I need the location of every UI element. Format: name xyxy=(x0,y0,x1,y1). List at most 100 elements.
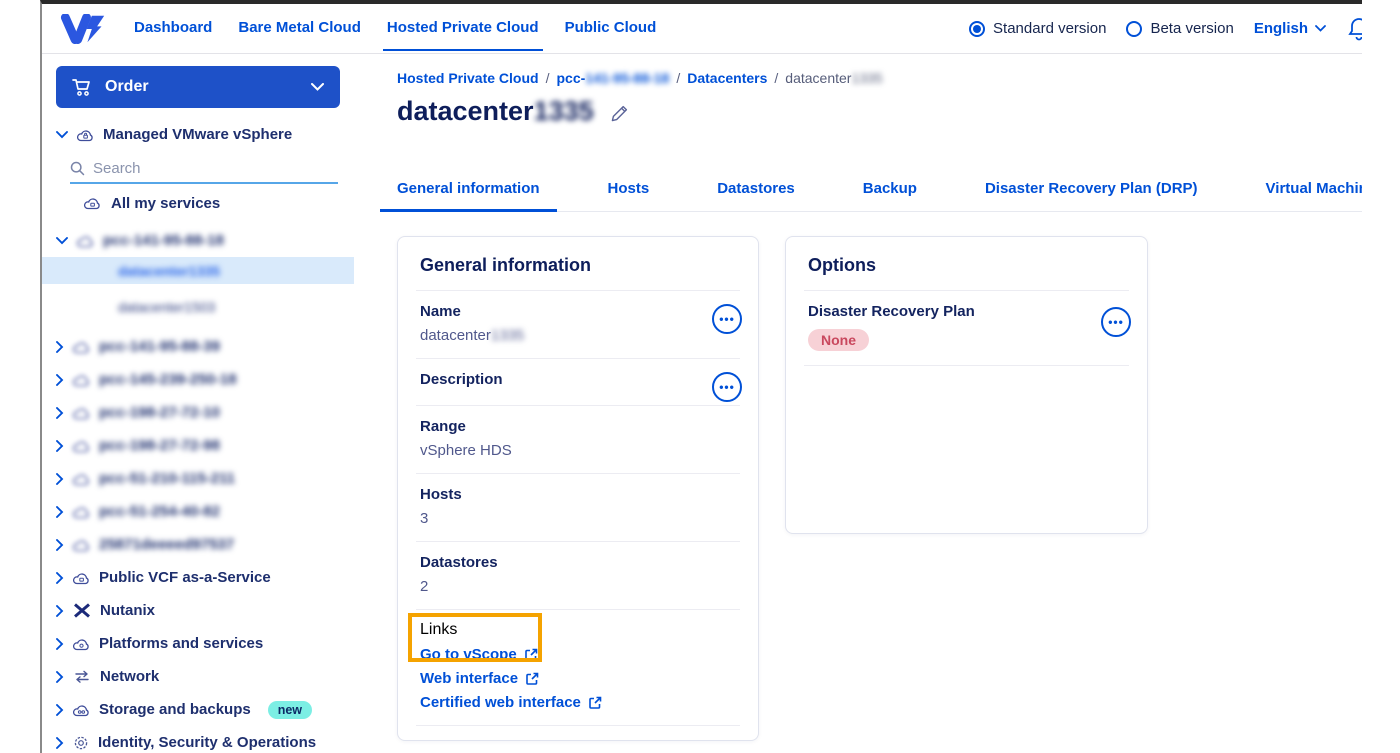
sidebar-service-expanded[interactable]: pcc-141-95-88-18 xyxy=(42,224,354,257)
ovhcloud-logo-icon[interactable] xyxy=(60,14,106,44)
cloud-lock-icon xyxy=(73,373,90,387)
sidebar-service-collapsed[interactable]: pcc-198-27-72-10 xyxy=(42,396,354,429)
service-label-redacted: pcc-51-210-115-211 xyxy=(99,470,235,487)
radio-unselected-icon xyxy=(1126,21,1142,37)
description-actions-menu-button[interactable]: ••• xyxy=(712,372,742,402)
datastores-count: 2 xyxy=(420,578,736,595)
chevron-right-icon[interactable] xyxy=(56,605,64,617)
sidebar-service-collapsed[interactable]: pcc-51-254-40-82 xyxy=(42,495,354,528)
name-actions-menu-button[interactable]: ••• xyxy=(712,304,742,334)
section-label: Nutanix xyxy=(100,602,155,619)
tab-disaster-recovery-plan[interactable]: Disaster Recovery Plan (DRP) xyxy=(985,180,1198,211)
section-label: Managed VMware vSphere xyxy=(103,126,292,143)
chevron-right-icon[interactable] xyxy=(56,704,64,716)
breadcrumb-hosted-private-cloud[interactable]: Hosted Private Cloud xyxy=(397,70,539,86)
certified-web-interface-link[interactable]: Certified web interface xyxy=(420,694,736,711)
drp-actions-menu-button[interactable]: ••• xyxy=(1101,307,1131,337)
sidebar-section-public-vcf[interactable]: Public VCF as-a-Service xyxy=(42,561,354,594)
sidebar-section-storage-backups[interactable]: Storage and backups new xyxy=(42,693,354,726)
link-label: Web interface xyxy=(420,670,518,687)
breadcrumb-datacenters[interactable]: Datacenters xyxy=(687,70,767,86)
beta-version-radio[interactable]: Beta version xyxy=(1126,20,1233,37)
link-label: Go to vScope xyxy=(420,646,517,663)
search-icon xyxy=(70,161,85,176)
card-title: Options xyxy=(786,237,1147,290)
breadcrumb-current-prefix: datacenter xyxy=(785,70,851,86)
sidebar-datacenter-selected[interactable]: datacenter1335 xyxy=(42,257,354,284)
sidebar-service-collapsed[interactable]: 25871deeeed97537 xyxy=(42,528,354,561)
tab-hosts[interactable]: Hosts xyxy=(608,180,650,211)
notifications-bell-icon[interactable] xyxy=(1348,17,1362,41)
page-title-redacted: 1335 xyxy=(534,96,594,126)
chevron-right-icon[interactable] xyxy=(56,374,64,386)
section-label: Public VCF as-a-Service xyxy=(99,569,271,586)
cloud-lock-icon xyxy=(73,340,90,354)
chevron-right-icon[interactable] xyxy=(56,440,64,452)
sidebar-service-collapsed[interactable]: pcc-145-239-250-18 xyxy=(42,363,354,396)
order-button[interactable]: Order xyxy=(56,66,340,108)
tab-virtual-machines[interactable]: Virtual Machines xyxy=(1266,180,1362,211)
sidebar-datacenter[interactable]: datacenter1503 xyxy=(42,293,354,320)
eye-icon xyxy=(73,736,89,750)
row-links: Links Go to vScope Web interface Certifi… xyxy=(398,610,758,725)
chevron-right-icon[interactable] xyxy=(56,671,64,683)
cloud-lock-icon xyxy=(73,406,90,420)
section-label: Storage and backups xyxy=(99,701,251,718)
name-value-prefix: datacenter xyxy=(420,327,491,344)
edit-pencil-icon[interactable] xyxy=(610,104,629,123)
all-services-label: All my services xyxy=(111,195,220,212)
row-label: Description xyxy=(420,371,736,388)
go-to-vscope-link[interactable]: Go to vScope xyxy=(420,646,736,663)
cloud-lock-icon xyxy=(84,196,101,210)
sidebar-service-collapsed[interactable]: pcc-141-95-88-39 xyxy=(42,330,354,363)
external-link-icon xyxy=(524,648,538,662)
chevron-right-icon[interactable] xyxy=(56,473,64,485)
nav-dashboard[interactable]: Dashboard xyxy=(134,4,212,54)
chevron-down-icon[interactable] xyxy=(56,237,68,245)
external-link-icon xyxy=(525,672,539,686)
datacenter-label-redacted: datacenter1503 xyxy=(118,299,215,315)
order-button-label: Order xyxy=(105,78,149,96)
service-label-redacted: pcc-145-239-250-18 xyxy=(99,371,237,388)
chevron-right-icon[interactable] xyxy=(56,539,64,551)
chevron-right-icon[interactable] xyxy=(56,638,64,650)
row-label: Disaster Recovery Plan xyxy=(808,303,1125,320)
sidebar-section-platforms[interactable]: Platforms and services xyxy=(42,627,354,660)
sidebar-section-nutanix[interactable]: Nutanix xyxy=(42,594,354,627)
nav-public-cloud[interactable]: Public Cloud xyxy=(565,4,657,54)
cloud-lock-icon xyxy=(73,538,90,552)
card-title: General information xyxy=(398,237,758,290)
service-label-redacted: pcc-141-95-88-18 xyxy=(103,232,224,249)
name-value-redacted: 1335 xyxy=(491,327,524,344)
top-header: Dashboard Bare Metal Cloud Hosted Privat… xyxy=(42,4,1362,54)
chevron-right-icon[interactable] xyxy=(56,506,64,518)
cloud-lock-icon xyxy=(73,505,90,519)
chevron-right-icon[interactable] xyxy=(56,737,64,749)
services-sidebar: Order Managed VMware vSphere xyxy=(42,54,354,753)
web-interface-link[interactable]: Web interface xyxy=(420,670,736,687)
row-name: Name datacenter1335 ••• xyxy=(398,291,758,358)
sidebar-section-network[interactable]: Network xyxy=(42,660,354,693)
tab-datastores[interactable]: Datastores xyxy=(717,180,795,211)
language-selector[interactable]: English xyxy=(1254,20,1326,37)
breadcrumb-service[interactable]: pcc-141-95-88-18 xyxy=(556,70,669,86)
sidebar-service-collapsed[interactable]: pcc-51-210-115-211 xyxy=(42,462,354,495)
search-input[interactable] xyxy=(93,160,303,177)
tab-backup[interactable]: Backup xyxy=(863,180,917,211)
chevron-right-icon[interactable] xyxy=(56,407,64,419)
tab-general-information[interactable]: General information xyxy=(397,180,540,211)
sidebar-service-collapsed[interactable]: pcc-198-27-72-98 xyxy=(42,429,354,462)
chevron-right-icon[interactable] xyxy=(56,341,64,353)
row-hosts: Hosts 3 xyxy=(398,474,758,541)
chevron-right-icon[interactable] xyxy=(56,572,64,584)
service-label-redacted: pcc-198-27-72-10 xyxy=(99,404,220,421)
nav-bare-metal-cloud[interactable]: Bare Metal Cloud xyxy=(238,4,361,54)
chevron-down-icon[interactable] xyxy=(56,131,68,139)
standard-version-radio[interactable]: Standard version xyxy=(969,20,1106,37)
breadcrumb-service-redacted: 141-95-88-18 xyxy=(585,70,669,86)
sidebar-item-all-my-services[interactable]: All my services xyxy=(42,188,354,218)
radio-selected-icon xyxy=(969,21,985,37)
sidebar-section-managed-vmware-vsphere[interactable]: Managed VMware vSphere xyxy=(42,118,354,151)
nav-hosted-private-cloud[interactable]: Hosted Private Cloud xyxy=(387,4,539,54)
sidebar-section-identity-security[interactable]: Identity, Security & Operations xyxy=(42,726,354,753)
